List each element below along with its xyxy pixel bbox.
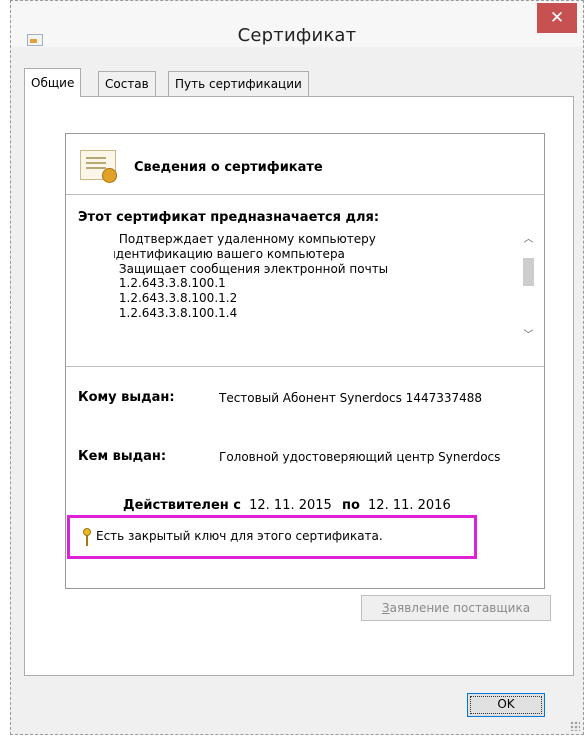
issued-to-label: Кому выдан: [78, 390, 175, 405]
tab-details[interactable]: Состав [98, 71, 156, 96]
issued-to-value: Тестовый Абонент Synerdocs 1447337488 [219, 391, 483, 405]
tab-general[interactable]: Общие [24, 68, 82, 97]
certificate-icon [80, 150, 117, 183]
info-header: Сведения о сертификате [134, 160, 323, 175]
valid-from-label: Действителен с [123, 498, 241, 513]
valid-to-label: по [341, 498, 360, 513]
issuer-statement-button[interactable]: Заявление поставщика [361, 595, 551, 621]
divider [66, 366, 544, 367]
purpose-scrollbar[interactable]: ︿ ﹀ [520, 232, 537, 344]
tab-panel-general: Сведения о сертификате Этот сертификат п… [24, 96, 574, 676]
title-bar: Сертификат ✕ [11, 1, 583, 47]
purpose-item: идентификацию вашего компьютера [114, 246, 345, 261]
valid-to-date: 12. 11. 2016 [368, 498, 451, 513]
issued-by-value: Головной удостоверяющий центр Synerdocs [219, 450, 501, 464]
divider [66, 194, 544, 195]
issued-by-label: Кем выдан: [78, 449, 167, 464]
purpose-list[interactable]: • Подтверждает удаленному компьютеру иде… [114, 232, 514, 352]
private-key-highlight: Есть закрытый ключ для этого сертификата… [67, 515, 477, 559]
purpose-item: • 1.2.643.3.8.100.1 [114, 276, 226, 291]
valid-from-date: 12. 11. 2015 [249, 498, 332, 513]
ok-button[interactable]: OK [467, 693, 545, 717]
purpose-item: • 1.2.643.3.8.100.1.4 [114, 305, 238, 320]
resize-grip[interactable] [570, 721, 580, 731]
validity-period: Действителен с 12. 11. 2015 по 12. 11. 2… [123, 498, 457, 513]
purpose-item: • 1.2.643.3.8.100.1.2 [114, 291, 238, 306]
purpose-title: Этот сертификат предназначается для: [78, 210, 380, 225]
certificate-dialog: Сертификат ✕ Общие Состав Путь сертифика… [10, 0, 584, 735]
purpose-item: • Подтверждает удаленному компьютеру [114, 232, 376, 246]
window-title: Сертификат [237, 25, 357, 46]
chevron-down-icon[interactable]: ﹀ [520, 328, 537, 344]
purpose-item: • Защищает сообщения электронной почты [114, 261, 389, 276]
chevron-up-icon[interactable]: ︿ [520, 232, 537, 248]
issuer-statement-accesskey: З [381, 601, 390, 615]
close-button[interactable]: ✕ [537, 3, 577, 33]
issuer-statement-label: аявление поставщика [389, 601, 531, 615]
key-icon [83, 528, 91, 546]
tab-certification-path[interactable]: Путь сертификации [168, 71, 309, 96]
private-key-note: Есть закрытый ключ для этого сертификата… [96, 529, 383, 543]
scroll-thumb[interactable] [523, 258, 534, 286]
